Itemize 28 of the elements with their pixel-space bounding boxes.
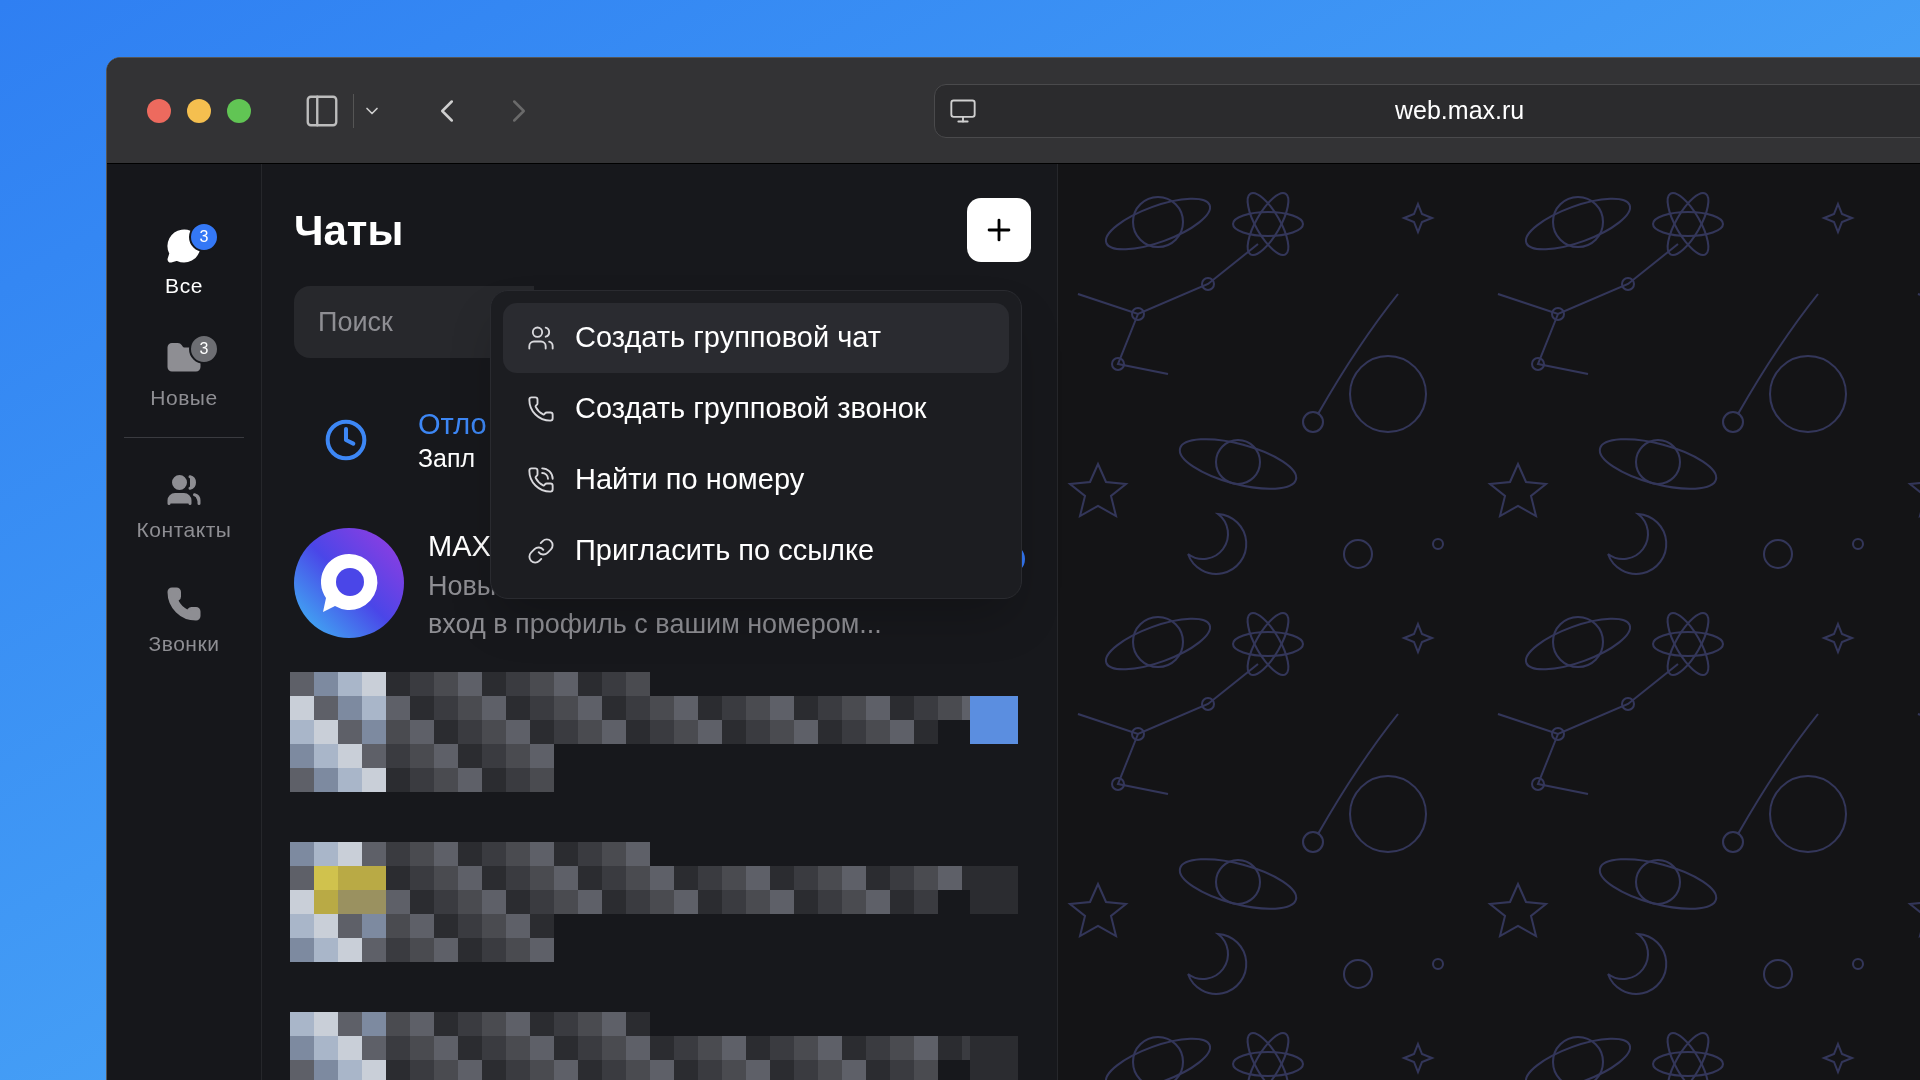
phone-keypad-icon [527,466,555,494]
nav-item[interactable]: Звонки [119,585,249,659]
url-text: web.max.ru [1395,94,1525,126]
people-icon [166,472,202,508]
menu-item[interactable]: Создать групповой чат [503,303,1009,373]
phone-icon [527,395,555,423]
menu-item[interactable]: Создать групповой звонок [503,374,1009,444]
link-icon [527,537,555,565]
add-button[interactable] [967,198,1031,262]
count-badge: 3 [189,222,219,252]
phone-icon [166,585,202,622]
chat-preview: Запл [418,442,477,474]
maximize-button[interactable] [227,98,251,123]
panel-title: Чаты [294,205,404,256]
chat-preview: вход в профиль с вашим номером... [428,608,882,641]
close-button[interactable] [147,98,171,123]
app-logo-icon [294,528,404,638]
minimize-button[interactable] [187,98,211,123]
menu-item[interactable]: Пригласить по ссылке [503,516,1009,586]
chat-name: MAX [428,529,491,564]
address-bar[interactable]: web.max.ru [934,83,1920,138]
chat-name: Отло [418,407,487,443]
people-icon [527,324,555,352]
nav-item[interactable]: Контакты [119,472,249,546]
count-badge: 3 [189,333,219,364]
menu-item[interactable]: Найти по номеру [503,445,1009,515]
chat-preview: Новы [428,570,497,604]
clock-icon [324,418,368,462]
